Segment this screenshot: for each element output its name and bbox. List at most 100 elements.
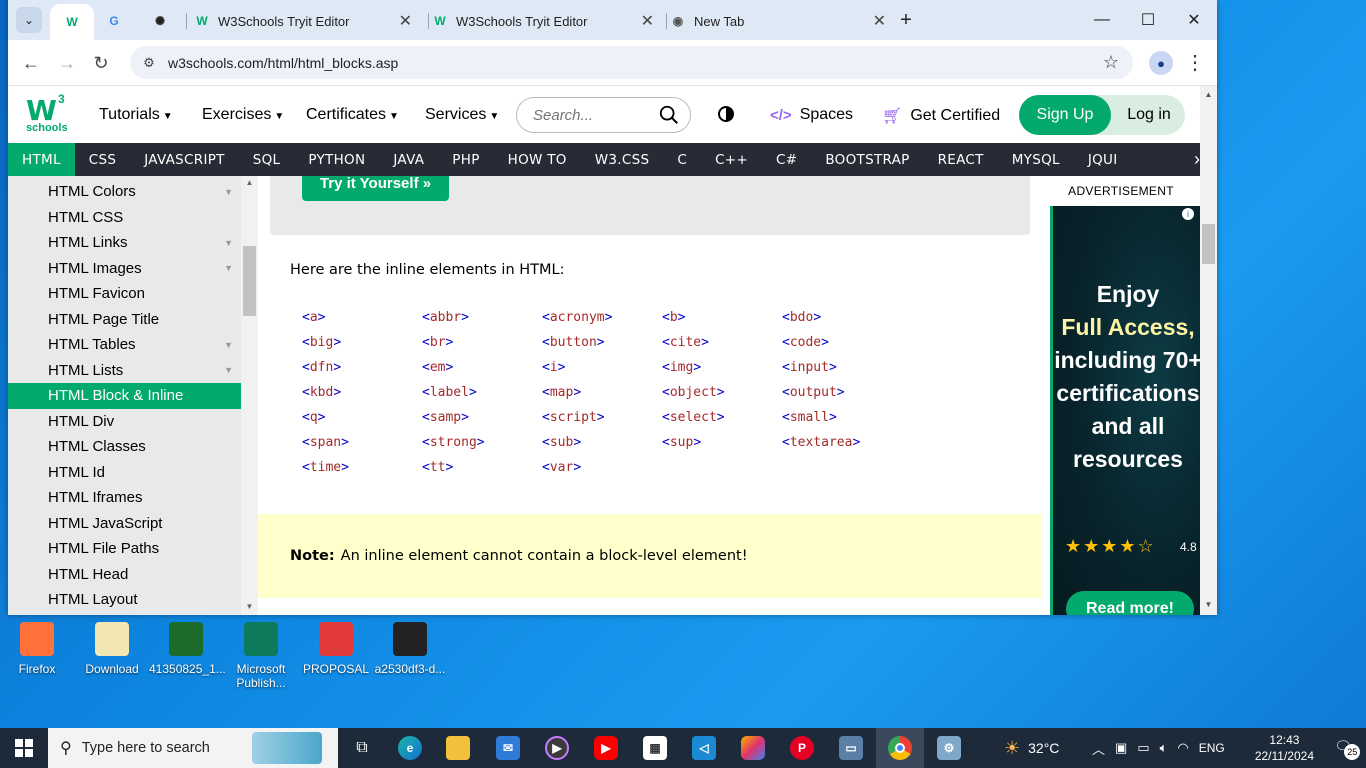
menu-certificates[interactable]: Certificates ▼ [306, 106, 399, 124]
sidebar-item[interactable]: HTML Layout [8, 587, 241, 613]
theme-toggle-icon[interactable] [718, 106, 734, 122]
profile-avatar-icon[interactable]: ● [1149, 51, 1173, 75]
sidebar-item[interactable]: HTML Head [8, 562, 241, 588]
desktop-icon[interactable]: Microsoft Publish... [224, 618, 298, 690]
pinterest-icon[interactable]: P [778, 728, 826, 768]
scroll-down-icon[interactable]: ▼ [1200, 600, 1217, 609]
scroll-up-icon[interactable]: ▲ [241, 178, 258, 187]
search-icon[interactable] [658, 104, 680, 126]
topnav-item[interactable]: PHP [438, 143, 493, 176]
edge-icon[interactable]: e [386, 728, 434, 768]
media-player-icon[interactable]: ▶ [533, 728, 581, 768]
youtube-icon[interactable]: ▶ [582, 728, 630, 768]
read-more-button[interactable]: Read more! [1066, 591, 1194, 615]
topnav-item[interactable]: C# [762, 143, 811, 176]
mail-icon[interactable]: ✉ [484, 728, 532, 768]
scroll-up-icon[interactable]: ▲ [1200, 90, 1217, 99]
new-tab-button[interactable]: + [891, 0, 921, 40]
topnav-item[interactable]: REACT [924, 143, 998, 176]
desktop-icon[interactable]: PROPOSAL [299, 618, 373, 676]
chevron-down-icon[interactable]: ▼ [224, 263, 233, 273]
notification-center-icon[interactable]: 🗨︎ 25 [1334, 738, 1361, 760]
control-panel-icon[interactable]: ⚙ [925, 728, 973, 768]
taskbar-search[interactable]: ⚲ Type here to search [48, 728, 338, 768]
back-icon[interactable]: ← [18, 50, 44, 76]
vscode-icon[interactable]: ◁ [680, 728, 728, 768]
sidebar-item[interactable]: HTML JavaScript [8, 511, 241, 537]
topnav-item[interactable]: BOOTSTRAP [811, 143, 923, 176]
wifi-icon[interactable]: ◠ [1177, 740, 1188, 756]
menu-tutorials[interactable]: Tutorials ▼ [99, 106, 173, 124]
language-indicator[interactable]: ENG [1199, 741, 1225, 755]
info-icon[interactable]: i [1182, 208, 1194, 220]
desktop-icon[interactable]: Download [75, 618, 149, 676]
chevron-down-icon[interactable]: ▼ [224, 365, 233, 375]
menu-exercises[interactable]: Exercises ▼ [202, 106, 284, 124]
page-scrollbar[interactable]: ▲ ▼ [1200, 86, 1217, 615]
sidebar-item[interactable]: HTML Div [8, 409, 241, 435]
close-icon[interactable]: ✕ [873, 11, 886, 31]
sidebar-item[interactable]: HTML Lists ▼ [8, 358, 241, 384]
chevron-down-icon[interactable]: ▼ [224, 238, 233, 248]
sidebar-item[interactable]: HTML Favicon [8, 281, 241, 307]
topnav-item[interactable]: C++ [701, 143, 762, 176]
device-icon[interactable]: ▣ [1115, 740, 1127, 756]
sidebar-item[interactable]: HTML File Paths [8, 536, 241, 562]
topnav-item[interactable]: JQUI [1074, 143, 1132, 176]
scroll-thumb[interactable] [243, 246, 256, 316]
desktop-icon[interactable]: 41350825_1... [149, 618, 226, 676]
omnibox[interactable]: ⚙ w3schools.com/html/html_blocks.asp ☆ [130, 46, 1133, 79]
minimize-button[interactable]: — [1079, 0, 1125, 40]
tab-tryit-2[interactable]: W W3Schools Tryit Editor ✕ [432, 6, 664, 36]
topnav-item[interactable]: HTML [8, 143, 75, 176]
topnav-item[interactable]: MYSQL [998, 143, 1074, 176]
menu-services[interactable]: Services ▼ [425, 106, 499, 124]
maximize-button[interactable]: ☐ [1125, 0, 1171, 40]
scroll-thumb[interactable] [1202, 224, 1215, 264]
battery-icon[interactable]: ▭ [1137, 740, 1149, 756]
url-text[interactable]: w3schools.com/html/html_blocks.asp [168, 55, 398, 71]
remote-desktop-icon[interactable]: ▭ [827, 728, 875, 768]
weather-widget[interactable]: ☀ 32°C [1004, 728, 1059, 768]
reload-icon[interactable]: ↻ [88, 50, 114, 76]
sidebar-scrollbar[interactable]: ▲ ▼ [241, 176, 258, 615]
close-window-button[interactable]: ✕ [1171, 0, 1217, 40]
sidebar-item[interactable]: HTML Page Title [8, 307, 241, 333]
sidebar-item[interactable]: HTML Tables ▼ [8, 332, 241, 358]
sidebar-item[interactable]: HTML Classes [8, 434, 241, 460]
topnav-item[interactable]: SQL [239, 143, 295, 176]
try-it-yourself-button[interactable]: Try it Yourself » [302, 176, 449, 201]
ad-banner[interactable]: i Enjoy Full Access, including 70+ certi… [1050, 206, 1200, 615]
task-view-icon[interactable]: ⧉ [338, 728, 386, 768]
file-explorer-icon[interactable] [434, 728, 482, 768]
chevron-down-icon[interactable]: ▼ [224, 340, 233, 350]
sidebar-item[interactable]: HTML Images ▼ [8, 256, 241, 282]
spaces-link[interactable]: </> Spaces [770, 106, 853, 124]
desktop-icon[interactable]: Firefox [0, 618, 74, 676]
get-certified-link[interactable]: 🛒︎ Get Certified [882, 106, 1000, 126]
tab-google[interactable]: G [104, 6, 144, 36]
bookmark-star-icon[interactable]: ☆ [1103, 52, 1119, 73]
close-icon[interactable]: ✕ [641, 11, 654, 31]
topnav-item[interactable]: HOW TO [494, 143, 581, 176]
sidebar-item[interactable]: HTML Iframes [8, 485, 241, 511]
log-in-button[interactable]: Log in [1119, 95, 1179, 135]
browser-menu-icon[interactable]: ⋮ [1185, 50, 1205, 75]
topnav-item[interactable]: JAVA [379, 143, 438, 176]
clock[interactable]: 12:43 22/11/2024 [1255, 732, 1314, 764]
topnav-item[interactable]: JAVASCRIPT [130, 143, 238, 176]
desktop-icon[interactable]: a2530df3-d... [373, 618, 447, 676]
sign-up-button[interactable]: Sign Up [1019, 95, 1111, 135]
sidebar-item[interactable]: HTML Colors ▼ [8, 179, 241, 205]
sidebar-item[interactable]: HTML CSS [8, 205, 241, 231]
tab-w3schools-active[interactable]: W [50, 4, 94, 40]
topnav-item[interactable]: W3.CSS [581, 143, 664, 176]
tab-search-button[interactable]: ⌄ [16, 7, 42, 33]
sidebar-item[interactable]: HTML Links ▼ [8, 230, 241, 256]
site-info-icon[interactable]: ⚙ [138, 55, 160, 71]
windows-start-icon[interactable] [0, 728, 48, 768]
topnav-item[interactable]: PYTHON [294, 143, 379, 176]
tab-new-tab[interactable]: ◉ New Tab ✕ [670, 6, 896, 36]
chevron-down-icon[interactable]: ▼ [224, 187, 233, 197]
sidebar-item[interactable]: HTML Block & Inline [8, 383, 241, 409]
